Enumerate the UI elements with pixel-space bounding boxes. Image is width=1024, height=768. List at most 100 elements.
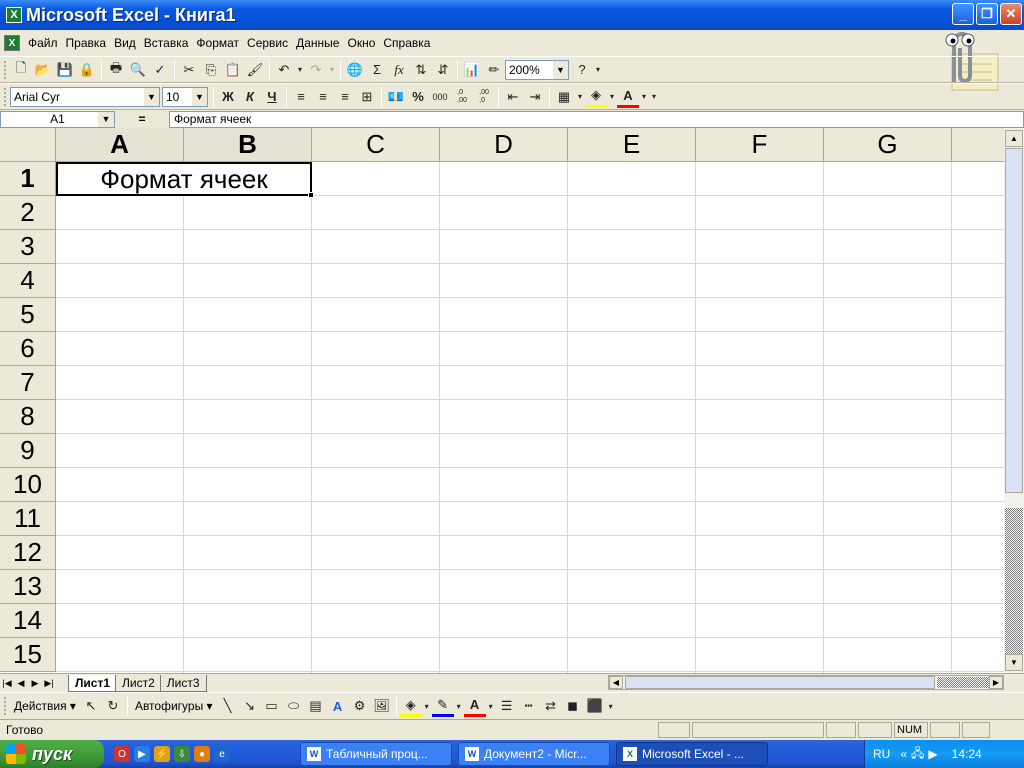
row-header-1[interactable]: 1 [0,162,56,196]
currency-icon[interactable]: 💶 [385,86,407,108]
menu-help[interactable]: Справка [379,36,434,50]
hyperlink-icon[interactable]: 🌐 [344,59,366,81]
font-color-icon[interactable]: A [463,695,486,717]
row-header-13[interactable]: 13 [0,570,56,604]
undo-icon[interactable]: ↶ [273,59,295,81]
title-bar[interactable]: X Microsoft Excel - Книга1 _ ❐ ✕ [0,0,1024,30]
arrow-icon[interactable]: ↘ [239,695,261,717]
row-header-14[interactable]: 14 [0,604,56,638]
name-box[interactable]: A1 ▼ [0,110,115,128]
column-header-f[interactable]: F [696,128,824,162]
menu-tools[interactable]: Сервис [243,36,292,50]
redo-icon[interactable]: ↷ [305,59,327,81]
media-player-icon[interactable]: ▶ [134,746,150,762]
row-header-4[interactable]: 4 [0,264,56,298]
align-left-icon[interactable]: ≡ [290,86,312,108]
network-icon[interactable]: 🖧 [911,744,924,765]
arrow-style-icon[interactable]: ⇄ [540,695,562,717]
winamp-icon[interactable]: ⚡ [154,746,170,762]
merge-center-icon[interactable]: ⊞ [356,86,378,108]
taskbar-item-word-1[interactable]: W Табличный проц... [300,742,452,766]
formula-input[interactable]: Формат ячеек [169,110,1024,128]
workbook-icon[interactable]: X [4,35,20,51]
toolbar-grip[interactable] [4,60,7,79]
spelling-icon[interactable]: ✓ [149,59,171,81]
chevron-down-icon[interactable]: ▼ [144,87,159,106]
column-header-e[interactable]: E [568,128,696,162]
borders-icon[interactable]: ▦ [553,86,575,108]
oval-icon[interactable]: ⬭ [283,695,305,717]
scroll-left-icon[interactable]: ◀ [609,676,623,689]
row-header-3[interactable]: 3 [0,230,56,264]
line-icon[interactable]: ╲ [217,695,239,717]
row-header-9[interactable]: 9 [0,434,56,468]
line-color-dropdown-icon[interactable]: ▾ [454,695,464,717]
menu-window[interactable]: Окно [343,36,379,50]
internet-explorer-icon[interactable]: e [214,746,230,762]
underline-button[interactable]: Ч [261,86,283,108]
wordart-icon[interactable]: A [327,695,349,717]
fill-color-icon[interactable]: ◈ [585,86,607,108]
menu-view[interactable]: Вид [110,36,140,50]
decrease-decimal-button[interactable]: ,00 ,0 [473,86,495,108]
autoshapes-menu[interactable]: Автофигуры ▾ [131,699,217,713]
horizontal-scrollbar[interactable]: ◀ ▶ [608,675,1004,690]
scroll-track[interactable] [1005,508,1023,656]
next-sheet-icon[interactable]: ▶ [28,676,42,691]
cell-a1-merged[interactable]: Формат ячеек [56,162,314,198]
sheet-tab-2[interactable]: Лист2 [115,674,162,692]
media-icon[interactable]: ● [194,746,210,762]
row-header-12[interactable]: 12 [0,536,56,570]
vertical-scrollbar[interactable]: ▲ ▼ [1004,128,1024,673]
paste-icon[interactable]: 📋 [222,59,244,81]
diagram-icon[interactable]: ⚙ [349,695,371,717]
align-right-icon[interactable]: ≡ [334,86,356,108]
column-header-partial[interactable] [952,128,1004,162]
row-header-10[interactable]: 10 [0,468,56,502]
worksheet-grid[interactable]: A B C D E F G 1 2 3 4 5 6 7 8 9 10 11 12 13 14 15 Формат ячеек [0,128,1004,673]
new-document-icon[interactable]: 🗋 [10,59,32,81]
prev-sheet-icon[interactable]: ◀ [14,676,28,691]
menu-file[interactable]: Файл [24,36,62,50]
row-header-15[interactable]: 15 [0,638,56,672]
actions-menu[interactable]: Действия ▾ [10,699,80,713]
first-sheet-icon[interactable]: |◀ [0,676,14,691]
toolbar-options-icon[interactable]: ▾ [606,695,616,717]
row-header-6[interactable]: 6 [0,332,56,366]
font-size-select[interactable]: 10 ▼ [162,86,208,107]
taskbar-item-excel[interactable]: X Microsoft Excel - ... [616,742,768,766]
excel-app-icon[interactable]: X [6,7,22,23]
menu-format[interactable]: Формат [192,36,243,50]
toolbar-options-icon[interactable]: ▾ [593,59,603,81]
open-folder-icon[interactable]: 📂 [32,59,54,81]
menu-edit[interactable]: Правка [62,36,111,50]
minimize-button[interactable]: _ [952,3,974,25]
scroll-track[interactable] [937,677,989,688]
rectangle-icon[interactable]: ▭ [261,695,283,717]
redo-dropdown-icon[interactable]: ▾ [327,59,337,81]
fill-dropdown-icon[interactable]: ▾ [422,695,432,717]
column-header-c[interactable]: C [312,128,440,162]
last-sheet-icon[interactable]: ▶| [42,676,56,691]
increase-decimal-button[interactable]: ,0 ,00 [451,86,473,108]
clock[interactable]: 14:24 [952,747,982,761]
decrease-indent-icon[interactable]: ⇤ [502,86,524,108]
scroll-down-icon[interactable]: ▼ [1005,654,1023,671]
toolbar-grip[interactable] [4,697,7,715]
chevron-down-icon[interactable]: ▼ [553,60,568,79]
column-header-d[interactable]: D [440,128,568,162]
clipart-icon[interactable]: 🖼 [371,695,393,717]
opera-icon[interactable]: O [114,746,130,762]
scroll-thumb[interactable] [1005,148,1023,493]
bold-button[interactable]: Ж [217,86,239,108]
toolbar-grip[interactable] [4,87,7,106]
line-style-icon[interactable]: ☰ [496,695,518,717]
sort-ascending-icon[interactable]: ⇅ [410,59,432,81]
language-indicator[interactable]: RU [873,747,890,761]
undo-dropdown-icon[interactable]: ▾ [295,59,305,81]
font-color-icon[interactable]: A [617,86,639,108]
shadow-icon[interactable]: ◼ [562,695,584,717]
media-tray-icon[interactable]: ▶ [928,747,937,761]
save-icon[interactable]: 💾 [54,59,76,81]
sheet-tab-1[interactable]: Лист1 [68,674,118,692]
